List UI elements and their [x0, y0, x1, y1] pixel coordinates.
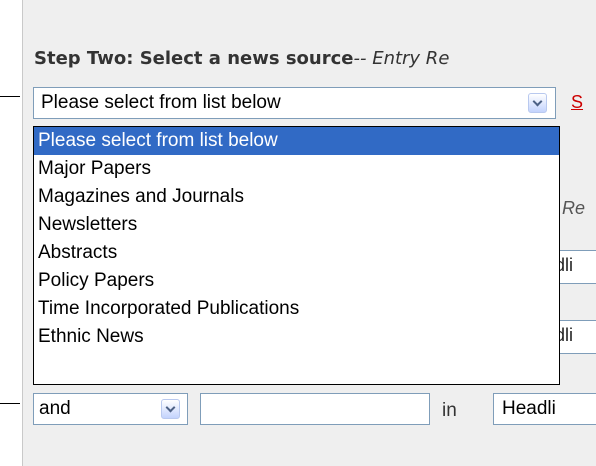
news-source-select-value: Please select from list below	[41, 92, 281, 113]
news-source-options-list[interactable]: Please select from list below Major Pape…	[33, 126, 560, 385]
option-magazines-and-journals[interactable]: Magazines and Journals	[34, 183, 559, 211]
page-edge-mark-top	[0, 96, 20, 97]
option-major-papers[interactable]: Major Papers	[34, 155, 559, 183]
step-two-title: Step Two: Select a news source	[34, 48, 354, 69]
boolean-connector-value: and	[39, 398, 71, 419]
option-abstracts[interactable]: Abstracts	[34, 239, 559, 267]
step-two-note: -- Entry Re	[353, 48, 450, 69]
option-time-incorporated-publications[interactable]: Time Incorporated Publications	[34, 295, 559, 323]
option-policy-papers[interactable]: Policy Papers	[34, 267, 559, 295]
source-help-link[interactable]: S	[571, 92, 583, 113]
chevron-down-icon[interactable]	[528, 93, 547, 113]
option-please-select[interactable]: Please select from list below	[34, 127, 559, 155]
news-source-select[interactable]: Please select from list below	[33, 87, 556, 119]
option-ethnic-news[interactable]: Ethnic News	[34, 323, 559, 351]
chevron-down-icon[interactable]	[161, 399, 180, 419]
option-newsletters[interactable]: Newsletters	[34, 211, 559, 239]
in-label: in	[442, 400, 457, 421]
search-term-input[interactable]	[200, 393, 430, 425]
search-field-select[interactable]: Headli	[493, 393, 596, 425]
boolean-connector-select[interactable]: and	[33, 393, 188, 425]
search-field-value: Headli	[502, 398, 556, 419]
step-two-heading: Step Two: Select a news source-- Entry R…	[34, 48, 449, 69]
page-edge-mark-bottom	[0, 403, 20, 404]
entry-note-fragment: Re	[562, 198, 586, 218]
